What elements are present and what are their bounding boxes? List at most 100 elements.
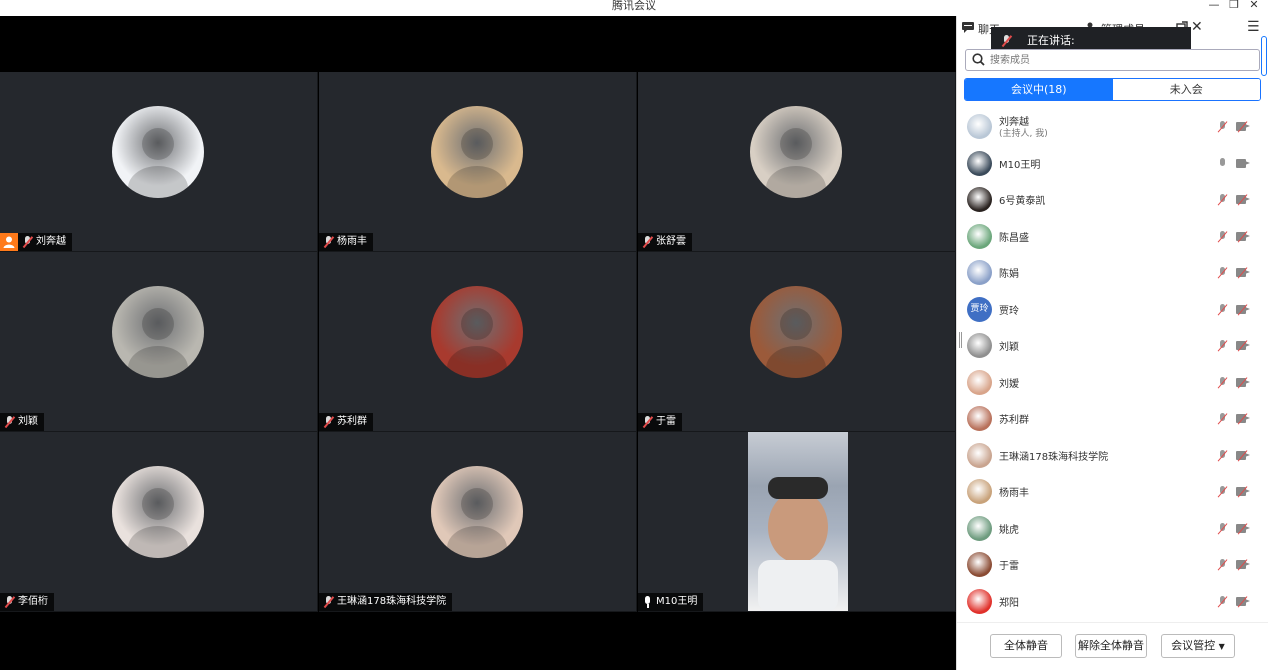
member-avatar	[967, 223, 992, 249]
member-row[interactable]: 贾玲 贾玲	[957, 291, 1268, 328]
minimize-button[interactable]: —	[1206, 0, 1222, 12]
participant-nametag: 苏利群	[319, 413, 373, 431]
participant-nametag: 李佰桁	[0, 593, 54, 611]
host-icon	[0, 233, 18, 251]
participant-tile[interactable]: 刘奔越	[0, 72, 318, 252]
member-row[interactable]: 陈娟	[957, 254, 1268, 291]
mic-muted-icon	[323, 596, 334, 608]
member-name: 姚虎	[999, 524, 1019, 536]
participant-name: 刘颖	[18, 416, 38, 427]
menu-icon[interactable]: ☰	[1247, 19, 1260, 35]
member-row[interactable]: 陈昌盛	[957, 218, 1268, 255]
participant-nametag: 刘奔越	[18, 233, 72, 251]
member-row[interactable]: 刘颖	[957, 327, 1268, 364]
member-name: 陈昌盛	[999, 232, 1029, 244]
mic-muted-icon[interactable]	[1218, 376, 1228, 389]
mic-muted-icon[interactable]	[1218, 267, 1228, 279]
camera-off-icon[interactable]	[1236, 449, 1250, 462]
meeting-control-button[interactable]: 会议管控 ▼	[1161, 634, 1235, 658]
member-row[interactable]: 刘嫒	[957, 364, 1268, 401]
participant-name: 李佰桁	[18, 596, 48, 607]
participant-tile[interactable]: 王琳涵178珠海科技学院	[319, 432, 637, 612]
search-input[interactable]	[990, 52, 1250, 68]
member-name: 6号黄泰凯	[999, 196, 1046, 207]
participant-avatar	[112, 466, 204, 558]
participant-tile[interactable]: 苏利群	[319, 252, 637, 432]
mic-muted-icon[interactable]	[1218, 449, 1228, 462]
member-name: 杨雨丰	[999, 488, 1029, 499]
scrollbar[interactable]	[1261, 36, 1267, 76]
member-name: 苏利群	[999, 415, 1029, 426]
participant-name: M10王明	[656, 596, 698, 607]
participant-tile[interactable]: 李佰桁	[0, 432, 318, 612]
participant-avatar	[431, 466, 523, 558]
camera-off-icon[interactable]	[1236, 267, 1250, 279]
camera-off-icon[interactable]	[1236, 486, 1250, 498]
member-row[interactable]: 苏利群	[957, 400, 1268, 437]
participant-nametag: M10王明	[638, 593, 704, 611]
tab-not-joined[interactable]: 未入会	[1112, 79, 1260, 100]
participant-tile[interactable]: 杨雨丰	[319, 72, 637, 252]
mic-muted-icon[interactable]	[1218, 340, 1228, 352]
mic-muted-icon[interactable]	[1218, 486, 1228, 498]
close-button[interactable]: ✕	[1246, 0, 1262, 12]
participant-nametag: 刘颖	[0, 413, 44, 431]
participant-name: 王琳涵178珠海科技学院	[337, 596, 447, 607]
member-row[interactable]: 于雷	[957, 546, 1268, 583]
member-row[interactable]: M10王明	[957, 145, 1268, 182]
mic-muted-icon	[642, 416, 653, 428]
participant-tile[interactable]: 张舒雲	[638, 72, 956, 252]
member-name: 贾玲	[999, 305, 1019, 317]
camera-off-icon[interactable]	[1236, 559, 1250, 571]
participant-name: 张舒雲	[656, 236, 686, 247]
member-avatar	[967, 552, 992, 577]
camera-icon[interactable]	[1236, 158, 1250, 168]
member-row[interactable]: 杨雨丰	[957, 473, 1268, 510]
participant-tile[interactable]: 于雷	[638, 252, 956, 432]
mic-muted-icon[interactable]	[1218, 522, 1228, 535]
camera-off-icon[interactable]	[1236, 121, 1250, 133]
camera-off-icon[interactable]	[1236, 303, 1250, 316]
mic-muted-icon[interactable]	[1218, 595, 1228, 608]
member-avatar	[967, 369, 992, 395]
meeting-control-label: 会议管控	[1171, 639, 1216, 652]
window-titlebar: 腾讯会议 — ❐ ✕	[0, 0, 1268, 16]
member-row[interactable]: 姚虎	[957, 510, 1268, 547]
mic-muted-icon[interactable]	[1218, 230, 1228, 243]
participant-tile[interactable]: M10王明	[638, 432, 956, 612]
member-row[interactable]: 刘奔越 (主持人, 我)	[957, 108, 1268, 145]
mic-muted-icon[interactable]	[1218, 303, 1228, 316]
mic-muted-icon[interactable]	[1218, 413, 1228, 425]
panel-close-icon[interactable]: ✕	[1191, 19, 1203, 35]
panel-resize-handle[interactable]	[959, 332, 962, 348]
participant-avatar	[750, 106, 842, 198]
member-row[interactable]: 6号黄泰凯	[957, 181, 1268, 218]
camera-off-icon[interactable]	[1236, 522, 1250, 535]
tab-in-meeting[interactable]: 会议中(18)	[965, 79, 1113, 100]
members-panel: 聊天 管理成员 ✕ ☰ 正在讲话: 会议中(18) 未入会 刘奔越(主持人, 我…	[956, 16, 1268, 670]
member-avatar	[967, 333, 992, 358]
camera-off-icon[interactable]	[1236, 194, 1250, 206]
member-row[interactable]: 郑阳	[957, 583, 1268, 619]
mic-muted-icon[interactable]	[1218, 194, 1228, 206]
member-row[interactable]: 王琳涵178珠海科技学院	[957, 437, 1268, 474]
camera-off-icon[interactable]	[1236, 230, 1250, 243]
member-initials: 贾玲	[970, 303, 989, 314]
mic-icon[interactable]	[1218, 157, 1228, 170]
restore-button[interactable]: ❐	[1226, 0, 1242, 12]
camera-off-icon[interactable]	[1236, 340, 1250, 352]
member-search[interactable]	[965, 49, 1260, 71]
participant-video	[748, 432, 848, 611]
camera-off-icon[interactable]	[1236, 413, 1250, 425]
camera-off-icon[interactable]	[1236, 595, 1250, 608]
camera-off-icon[interactable]	[1236, 376, 1250, 389]
mute-all-button[interactable]: 全体静音	[990, 634, 1062, 658]
member-avatar	[967, 406, 992, 431]
mic-muted-icon[interactable]	[1218, 559, 1228, 571]
member-avatar	[967, 150, 992, 176]
participant-name: 苏利群	[337, 416, 367, 427]
mic-muted-icon[interactable]	[1218, 121, 1228, 133]
participant-tile[interactable]: 刘颖	[0, 252, 318, 432]
unmute-all-button[interactable]: 解除全体静音	[1075, 634, 1147, 658]
video-stage: 刘奔越 杨雨丰 张舒雲刘颖 苏利群 于雷李佰桁 王琳涵178珠海科技学院 M10王明	[0, 16, 956, 670]
